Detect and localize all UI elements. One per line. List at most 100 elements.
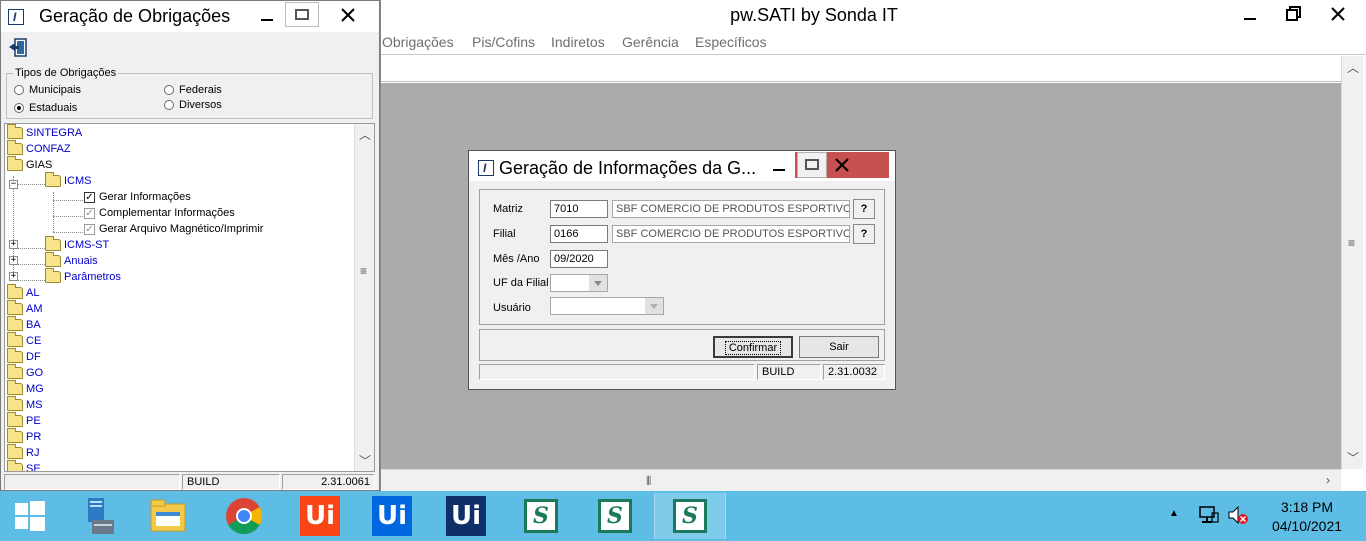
left-minimize-button[interactable] bbox=[249, 1, 285, 29]
dialog-minimize-button[interactable] bbox=[763, 151, 795, 179]
taskbar-clock[interactable]: 3:18 PM 04/10/2021 bbox=[1262, 498, 1352, 536]
tree-node-state[interactable]: GO bbox=[7, 364, 43, 381]
tree-node-state[interactable]: DF bbox=[7, 348, 41, 365]
tree-guide-line bbox=[53, 200, 83, 201]
volume-muted-icon[interactable] bbox=[1227, 504, 1249, 526]
usuario-select[interactable] bbox=[550, 297, 664, 315]
main-minimize-button[interactable] bbox=[1228, 0, 1272, 28]
confirm-button[interactable]: Confirmar bbox=[713, 336, 793, 358]
server-manager-icon[interactable] bbox=[62, 493, 130, 539]
radio-dot[interactable] bbox=[14, 85, 24, 95]
network-icon[interactable] bbox=[1198, 505, 1220, 525]
radio-federais[interactable]: Federais bbox=[164, 84, 222, 96]
menu-obrigacoes[interactable]: Obrigações bbox=[382, 34, 454, 50]
filial-lookup-button[interactable]: ? bbox=[853, 224, 875, 244]
left-close-button[interactable] bbox=[321, 1, 375, 29]
tree-node-gias[interactable]: GIAS bbox=[7, 156, 52, 173]
tree-node-state[interactable]: AM bbox=[7, 300, 43, 317]
folder-icon bbox=[7, 316, 23, 331]
dialog-maximize-button[interactable] bbox=[797, 152, 827, 178]
expand-icon[interactable]: + bbox=[9, 272, 18, 281]
tree-node-anuais[interactable]: Anuais bbox=[45, 252, 98, 269]
radio-estaduais[interactable]: Estaduais bbox=[14, 102, 77, 114]
tree-node-state[interactable]: MS bbox=[7, 396, 43, 413]
tree-node-confaz[interactable]: CONFAZ bbox=[7, 140, 71, 157]
radio-diversos[interactable]: Diversos bbox=[164, 99, 222, 111]
main-vertical-scrollbar[interactable]: ︿ ≡ ﹀ bbox=[1341, 56, 1363, 469]
tree-node-complementar-informacoes[interactable]: ✓ Complementar Informações bbox=[84, 205, 235, 221]
tree-vertical-scrollbar[interactable]: ︿ ≡ ﹀ bbox=[354, 124, 374, 471]
file-explorer-icon[interactable] bbox=[134, 493, 202, 539]
dialog-build-value: 2.31.0032 bbox=[823, 364, 885, 380]
collapse-icon[interactable]: − bbox=[9, 180, 18, 189]
main-menubar: Obrigações Pis/Cofins Indiretos Gerência… bbox=[381, 31, 1366, 55]
chrome-icon[interactable] bbox=[210, 493, 278, 539]
tree-node-state[interactable]: PE bbox=[7, 412, 41, 429]
uf-filial-select[interactable] bbox=[550, 274, 608, 292]
folder-icon bbox=[7, 332, 23, 347]
main-horizontal-scrollbar[interactable]: ⦀ › bbox=[381, 469, 1341, 491]
tree-node-state[interactable]: AL bbox=[7, 284, 39, 301]
scroll-down-icon[interactable]: ﹀ bbox=[359, 452, 371, 469]
radio-dot[interactable] bbox=[164, 85, 174, 95]
menu-gerencia[interactable]: Gerência bbox=[622, 34, 679, 50]
main-close-button[interactable] bbox=[1316, 0, 1360, 28]
exit-button[interactable]: Sair bbox=[799, 336, 879, 358]
folder-icon bbox=[45, 252, 61, 267]
sati-icon-3[interactable]: S bbox=[654, 493, 726, 539]
filial-label: Filial bbox=[493, 228, 516, 240]
menu-indiretos[interactable]: Indiretos bbox=[551, 34, 605, 50]
tree-node-state[interactable]: PR bbox=[7, 428, 41, 445]
radio-municipais[interactable]: Municipais bbox=[14, 84, 81, 96]
close-icon bbox=[341, 8, 355, 22]
matriz-lookup-button[interactable]: ? bbox=[853, 199, 875, 219]
radio-dot-selected[interactable] bbox=[14, 103, 24, 113]
matriz-code-input[interactable]: 7010 bbox=[550, 200, 608, 218]
tree-node-state[interactable]: MG bbox=[7, 380, 44, 397]
menu-pis-cofins[interactable]: Pis/Cofins bbox=[472, 34, 535, 50]
mes-ano-input[interactable]: 09/2020 bbox=[550, 250, 608, 268]
checkmark-icon: ✓ bbox=[84, 191, 95, 203]
uipath-robot-icon[interactable]: Ui bbox=[358, 493, 426, 539]
scroll-right-icon[interactable]: › bbox=[1326, 473, 1330, 487]
expand-icon[interactable]: + bbox=[9, 256, 18, 265]
dropdown-arrow-icon[interactable] bbox=[645, 298, 663, 314]
windows-start-icon[interactable] bbox=[0, 493, 60, 539]
left-maximize-button[interactable] bbox=[285, 2, 319, 27]
expand-icon[interactable]: + bbox=[9, 240, 18, 249]
radio-dot[interactable] bbox=[164, 100, 174, 110]
sati-icon-1[interactable]: S bbox=[506, 493, 576, 539]
tree-node-sintegra[interactable]: SINTEGRA bbox=[7, 124, 82, 141]
folder-icon bbox=[45, 236, 61, 251]
build-label: BUILD bbox=[182, 474, 280, 490]
minimize-icon bbox=[773, 169, 785, 171]
scroll-up-icon[interactable]: ︿ bbox=[359, 126, 371, 143]
obligation-types-legend: Tipos de Obrigações bbox=[13, 67, 119, 79]
dropdown-arrow-icon[interactable] bbox=[589, 275, 607, 291]
folder-icon bbox=[7, 444, 23, 459]
menu-especificos[interactable]: Específicos bbox=[695, 34, 767, 50]
tree-node-icms[interactable]: ICMS bbox=[45, 172, 92, 189]
matriz-label: Matriz bbox=[493, 203, 523, 215]
filial-code-input[interactable]: 0166 bbox=[550, 225, 608, 243]
tree-node-state[interactable]: SE bbox=[7, 460, 41, 471]
tray-overflow-icon[interactable]: ▲ bbox=[1169, 508, 1179, 519]
exit-door-icon[interactable] bbox=[8, 38, 28, 58]
scroll-up-icon[interactable]: ︿ bbox=[1347, 59, 1359, 76]
tree-node-gerar-arquivo-magnetico[interactable]: ✓ Gerar Arquivo Magnético/Imprimir bbox=[84, 221, 263, 237]
tree-node-state[interactable]: CE bbox=[7, 332, 41, 349]
hscroll-thumb-grip-icon[interactable]: ⦀ bbox=[646, 474, 651, 489]
tree-node-parametros[interactable]: Parâmetros bbox=[45, 268, 121, 285]
scroll-thumb-grip-icon[interactable]: ≡ bbox=[360, 264, 367, 278]
scroll-thumb-grip-icon[interactable]: ≡ bbox=[1348, 236, 1355, 250]
uipath-studio-icon[interactable]: Ui bbox=[286, 493, 354, 539]
sati-icon-2[interactable]: S bbox=[580, 493, 650, 539]
main-restore-button[interactable] bbox=[1272, 0, 1316, 28]
uipath-assistant-icon[interactable]: Ui bbox=[432, 493, 500, 539]
tree-node-state[interactable]: RJ bbox=[7, 444, 39, 461]
tree-node-gerar-informacoes[interactable]: ✓ Gerar Informações bbox=[84, 189, 191, 205]
build-value: 2.31.0061 bbox=[282, 474, 375, 490]
tree-node-state[interactable]: BA bbox=[7, 316, 41, 333]
tree-node-icms-st[interactable]: ICMS-ST bbox=[45, 236, 109, 253]
scroll-down-icon[interactable]: ﹀ bbox=[1347, 449, 1359, 466]
